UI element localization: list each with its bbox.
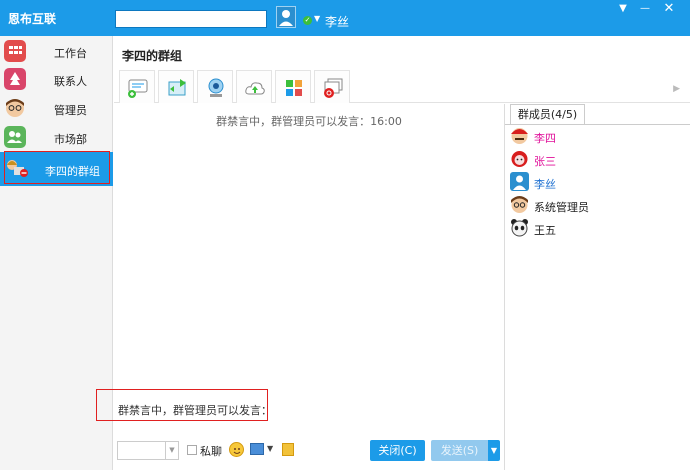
upload-cloud-button[interactable]: [236, 70, 272, 103]
mute-notice: 群禁言中，群管理员可以发言：16:00: [216, 115, 402, 128]
panda-avatar-icon: [510, 218, 529, 237]
font-select[interactable]: ▼: [117, 441, 179, 460]
chevron-right-icon[interactable]: ▶: [673, 84, 680, 94]
close-chat-button[interactable]: 关闭(C): [370, 440, 425, 461]
emoji-icon[interactable]: [229, 442, 244, 457]
private-chat-checkbox[interactable]: [187, 445, 197, 455]
app-title: 恩布互联: [8, 12, 57, 26]
sidebar-item-contacts[interactable]: 联系人: [0, 65, 113, 94]
new-chat-icon: [128, 79, 148, 98]
search-input[interactable]: [115, 10, 267, 28]
member-item[interactable]: 张三: [510, 149, 690, 171]
member-item[interactable]: 系统管理员: [510, 195, 690, 217]
new-chat-button[interactable]: [119, 70, 155, 103]
online-status-icon[interactable]: ✓: [303, 16, 312, 25]
webcam-icon: [208, 78, 224, 97]
user-name[interactable]: 李丝: [325, 13, 349, 30]
status-dropdown-icon[interactable]: ▼: [314, 14, 320, 23]
chevron-down-icon: ▼: [165, 442, 178, 459]
transfer-file-icon: [168, 79, 186, 96]
sidebar-item-marketing[interactable]: 市场部: [0, 123, 113, 152]
close-window-button[interactable]: ✕: [660, 2, 678, 16]
member-name: 李丝: [534, 178, 556, 191]
member-panel: 群成员(4/5) 李四 张三 李丝 系统管理员 王五: [505, 104, 690, 470]
apps-grid-button[interactable]: [275, 70, 311, 103]
member-item[interactable]: 李四: [510, 126, 690, 148]
tab-divider: [505, 124, 690, 125]
default-user-avatar-icon: [510, 172, 529, 191]
message-area: 群禁言中，群管理员可以发言：16:00: [114, 104, 504, 384]
mario-avatar-icon: [510, 126, 529, 145]
chat-header: 李四的群组: [114, 36, 690, 68]
private-chat-label: 私聊: [200, 445, 222, 458]
group-title: 李四的群组: [122, 49, 183, 63]
app-window: 恩布互联 ✓ ▼ 李丝 ▼ — ✕ 工作台 联系人 管理员 市场部 李四的群组 …: [0, 0, 690, 470]
red-hair-avatar-icon: [510, 149, 529, 168]
transfer-file-button[interactable]: [158, 70, 194, 103]
webcam-button[interactable]: [197, 70, 233, 103]
tab-members[interactable]: 群成员(4/5): [510, 104, 585, 124]
grid-app-icon: [4, 40, 26, 62]
chat-toolbar: ▶: [114, 68, 690, 103]
member-item[interactable]: 李丝: [510, 172, 690, 194]
tree-contacts-icon: [4, 68, 26, 90]
sidebar-item-label: 管理员: [54, 104, 87, 117]
sidebar-item-label: 工作台: [54, 47, 87, 60]
user-avatar[interactable]: [276, 6, 296, 28]
window-menu-button[interactable]: ▼: [614, 2, 632, 16]
member-name: 王五: [534, 224, 556, 237]
admin-avatar-icon: [4, 97, 26, 119]
group-people-icon: [4, 126, 26, 148]
minimize-button[interactable]: —: [636, 2, 654, 16]
send-button[interactable]: 发送(S): [431, 440, 488, 461]
screenshot-icon[interactable]: [250, 443, 264, 455]
sidebar-item-admin[interactable]: 管理员: [0, 94, 113, 123]
sidebar-item-label: 市场部: [54, 133, 87, 146]
sidebar-item-workbench[interactable]: 工作台: [0, 37, 113, 66]
screenshot-dropdown-icon[interactable]: ▼: [267, 444, 273, 453]
sidebar-item-label: 联系人: [54, 75, 87, 88]
highlight-box-sidebar: [4, 151, 110, 184]
upload-cloud-icon: [245, 82, 265, 95]
apps-grid-icon: [286, 80, 302, 96]
member-name: 系统管理员: [534, 201, 589, 214]
bottom-bar: ▼ 私聊 ▼ 关闭(C) 发送(S) ▼: [114, 434, 504, 470]
send-options-icon[interactable]: ▼: [488, 440, 500, 461]
screen-share-icon: [324, 78, 343, 98]
member-name: 张三: [534, 155, 556, 168]
title-bar: 恩布互联 ✓ ▼ 李丝 ▼ — ✕: [0, 0, 690, 36]
member-name: 李四: [534, 132, 556, 145]
highlight-box-input: [96, 389, 268, 421]
note-icon[interactable]: [282, 443, 294, 456]
screen-share-button[interactable]: [314, 70, 350, 103]
member-item[interactable]: 王五: [510, 218, 690, 240]
glasses-avatar-icon: [510, 195, 529, 214]
